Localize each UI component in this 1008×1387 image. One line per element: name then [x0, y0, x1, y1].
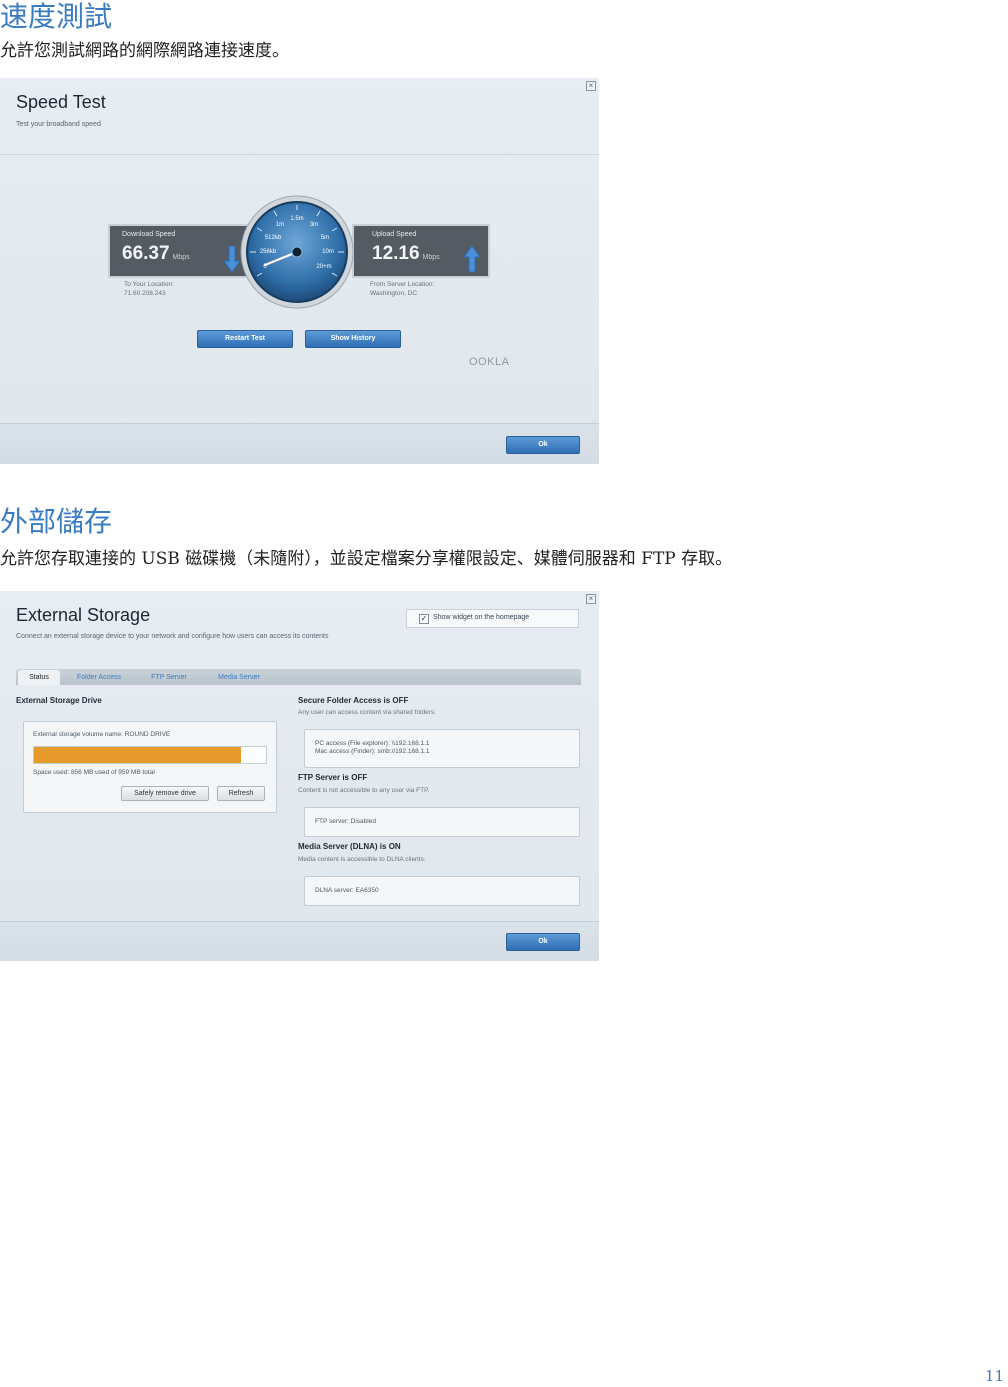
panel-title: External Storage [16, 605, 151, 625]
tab-ftp-server[interactable]: FTP Server [138, 670, 200, 685]
close-icon[interactable]: × [586, 81, 596, 91]
drive-info-box: External storage volume name: ROUND DRIV… [23, 721, 277, 813]
restart-test-button[interactable]: Restart Test [197, 330, 293, 348]
gauge-tick-label: 5m [321, 235, 329, 241]
media-server-title: Media Server (DLNA) is ON [298, 842, 401, 851]
refresh-button[interactable]: Refresh [217, 786, 265, 801]
media-server-desc: Media content is accessible to DLNA clie… [298, 856, 426, 863]
tab-media-server[interactable]: Media Server [206, 670, 272, 685]
external-storage-drive-title: External Storage Drive [16, 696, 102, 705]
upload-speed-box: Upload Speed 12.16 Mbps [352, 224, 490, 278]
space-used-text: Space used: 856 MB used of 959 MB total [33, 769, 155, 776]
gauge-tick-label: 3m [310, 222, 318, 228]
gauge-tick-label: 20+m [316, 264, 331, 270]
close-icon[interactable]: × [586, 594, 596, 604]
gauge-tick-label: 1.5m [290, 216, 303, 222]
ok-button[interactable]: Ok [506, 436, 580, 454]
dlna-info-box: DLNA server: EA6350 [304, 876, 580, 906]
ftp-info-box: FTP server: Disabled [304, 807, 580, 837]
ok-button[interactable]: Ok [506, 933, 580, 951]
panel-title: Speed Test [16, 92, 106, 112]
secure-folder-access-desc: Any user can access content via shared f… [298, 709, 437, 716]
speedometer-gauge: 1m 1.5m 3m 512kb 5m 256kb 10m 0 20+m [240, 195, 354, 309]
panel-subtitle: Connect an external storage device to yo… [16, 633, 329, 640]
upload-speed-value: 12.16 Mbps [372, 243, 440, 264]
checkbox[interactable]: ✓ [419, 614, 429, 624]
speed-test-panel: × Speed Test Test your broadband speed D… [0, 78, 599, 464]
upload-location: From Server Location: Washington, DC [370, 281, 435, 297]
show-widget-label: Show widget on the homepage [433, 614, 530, 621]
divider [0, 154, 599, 155]
tab-folder-access[interactable]: Folder Access [66, 670, 132, 685]
gauge-tick-label: 256kb [260, 249, 277, 255]
arrow-down-icon [224, 246, 240, 272]
show-widget-toggle[interactable]: ✓ Show widget on the homepage [406, 609, 579, 628]
volume-name: External storage volume name: ROUND DRIV… [33, 731, 171, 738]
gauge-tick-label: 10m [322, 249, 334, 255]
panel-subtitle: Test your broadband speed [16, 121, 101, 128]
ookla-logo: OOKLA [469, 356, 510, 368]
gauge-tick-label: 512kb [265, 235, 282, 241]
mac-access-text: Mac access (Finder): smb://192.168.1.1 [315, 748, 430, 755]
download-location: To Your Location: 71.60.208.243 [124, 281, 174, 297]
external-storage-panel: × External Storage Connect an external s… [0, 591, 599, 961]
ftp-server-desc: Content is not accessible to any user vi… [298, 787, 430, 794]
panel-footer: Ok [0, 423, 599, 464]
section-description-speed-test: 允許您測試網路的網際網路連接速度。 [0, 41, 289, 61]
download-speed-value: 66.37 Mbps [122, 243, 190, 264]
storage-usage-fill [34, 747, 242, 763]
secure-folder-access-title: Secure Folder Access is OFF [298, 696, 409, 705]
ftp-server-title: FTP Server is OFF [298, 773, 368, 782]
show-history-button[interactable]: Show History [305, 330, 401, 348]
tab-bar: Status Folder Access FTP Server Media Se… [16, 669, 581, 685]
section-heading-speed-test: 速度測試 [0, 0, 113, 33]
access-info-box: PC access (File explorer): \\192.168.1.1… [304, 729, 580, 768]
safely-remove-drive-button[interactable]: Safely remove drive [121, 786, 209, 801]
storage-usage-bar [33, 746, 267, 764]
section-heading-external-storage: 外部儲存 [0, 505, 113, 538]
download-speed-box: Download Speed 66.37 Mbps [108, 224, 252, 278]
dlna-server-status: DLNA server: EA6350 [315, 887, 379, 894]
ftp-server-status: FTP server: Disabled [315, 818, 376, 825]
tab-status[interactable]: Status [18, 670, 60, 685]
page-number: 11 [984, 1367, 1004, 1385]
arrow-up-icon [464, 246, 480, 272]
pc-access-text: PC access (File explorer): \\192.168.1.1 [315, 740, 430, 747]
gauge-tick-label: 1m [276, 222, 284, 228]
upload-speed-label: Upload Speed [372, 231, 417, 238]
panel-footer: Ok [0, 921, 599, 961]
download-speed-label: Download Speed [122, 231, 176, 238]
section-description-external-storage: 允許您存取連接的 USB 磁碟機（未隨附），並設定檔案分享權限設定、媒體伺服器和… [0, 549, 733, 569]
